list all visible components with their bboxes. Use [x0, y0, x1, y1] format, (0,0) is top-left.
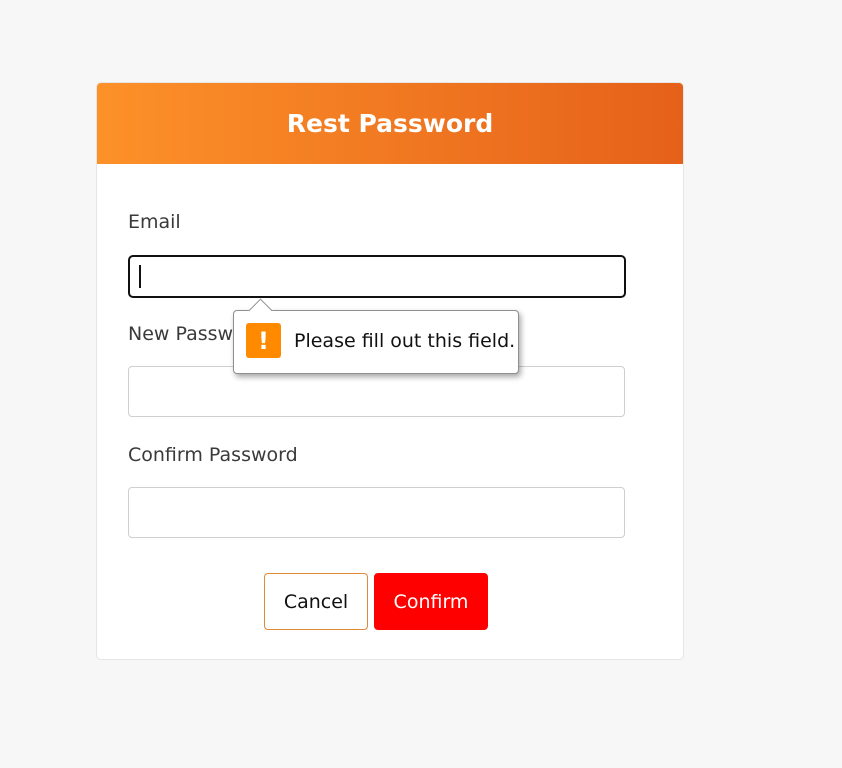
- warning-exclamation-icon: !: [246, 323, 281, 358]
- validation-tooltip: ! Please fill out this field.: [233, 298, 519, 374]
- email-field[interactable]: [128, 255, 626, 298]
- page-title: Rest Password: [286, 109, 494, 138]
- text-caret: [139, 265, 141, 288]
- confirm-password-field[interactable]: [128, 487, 625, 538]
- cancel-button[interactable]: Cancel: [264, 573, 368, 630]
- confirm-button[interactable]: Confirm: [374, 573, 488, 630]
- tooltip-message: Please fill out this field.: [294, 330, 516, 352]
- email-label: Email: [128, 211, 181, 233]
- card-header: Rest Password: [97, 83, 683, 164]
- confirm-password-label: Confirm Password: [128, 444, 298, 466]
